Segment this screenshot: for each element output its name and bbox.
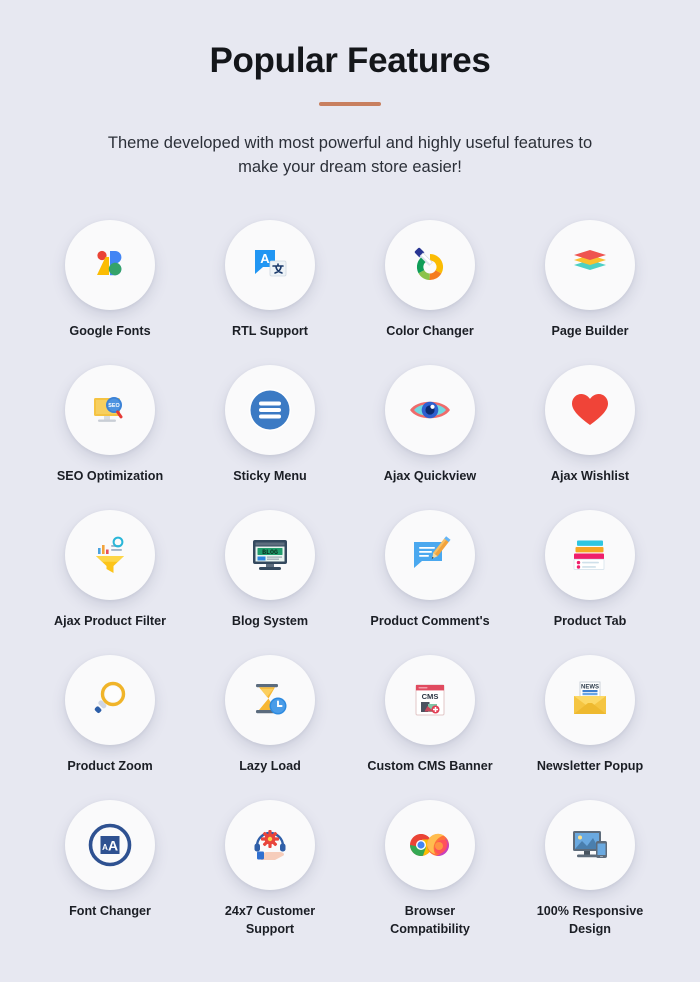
feature-icon-tile[interactable]: [545, 364, 635, 455]
feature-label: Product Tab: [553, 613, 627, 628]
feature-card[interactable]: Product Comment's: [350, 509, 510, 655]
responsive-devices-icon: [567, 822, 613, 868]
feature-label: Google Fonts: [69, 323, 151, 338]
feature-card[interactable]: SEO SEO Optimization: [30, 364, 190, 510]
eye-icon: [406, 386, 454, 434]
feature-label: Browser Compatibility: [390, 903, 470, 937]
feature-label: Product Comment's: [370, 613, 490, 628]
svg-text:A: A: [108, 837, 118, 853]
feature-card[interactable]: Product Tab: [510, 509, 670, 655]
feature-label: Product Zoom: [67, 758, 153, 773]
font-size-icon: A A: [86, 821, 134, 869]
feature-label: 100% Responsive Design: [536, 903, 644, 937]
svg-text:SEO: SEO: [108, 403, 119, 409]
feature-label: 24x7 Customer Support: [224, 903, 316, 937]
feature-card[interactable]: Google Fonts: [30, 219, 190, 365]
feature-icon-tile[interactable]: [385, 509, 475, 600]
feature-card[interactable]: Ajax Product Filter: [30, 509, 190, 655]
seo-monitor-icon: SEO: [87, 387, 133, 433]
feature-label: SEO Optimization: [56, 468, 164, 483]
blog-monitor-icon: BLOG: [247, 532, 293, 578]
svg-text:BLOG: BLOG: [262, 549, 278, 556]
feature-label: Page Builder: [551, 323, 629, 338]
feature-icon-tile[interactable]: [225, 654, 315, 745]
feature-icon-tile[interactable]: [225, 364, 315, 455]
feature-card[interactable]: 24x7 Customer Support: [190, 799, 350, 945]
title-divider: [319, 102, 381, 106]
feature-label: Sticky Menu: [233, 468, 307, 483]
browsers-icon: [406, 821, 454, 869]
feature-icon-tile[interactable]: [65, 654, 155, 745]
hamburger-menu-icon: [246, 386, 294, 434]
feature-card[interactable]: Sticky Menu: [190, 364, 350, 510]
feature-card[interactable]: BLOG Blog System: [190, 509, 350, 655]
feature-icon-tile[interactable]: [385, 219, 475, 310]
hourglass-clock-icon: [247, 677, 293, 723]
feature-label: Ajax Quickview: [383, 468, 477, 483]
feature-label: Ajax Wishlist: [550, 468, 630, 483]
feature-icon-tile[interactable]: [385, 799, 475, 890]
heart-icon: [569, 389, 611, 431]
feature-icon-tile[interactable]: [65, 509, 155, 600]
headset-support-icon: [247, 822, 293, 868]
google-fonts-icon: [88, 243, 132, 287]
feature-card[interactable]: 100% Responsive Design: [510, 799, 670, 945]
feature-icon-tile[interactable]: [65, 219, 155, 310]
feature-card[interactable]: Ajax Wishlist: [510, 364, 670, 510]
feature-icon-tile[interactable]: [545, 219, 635, 310]
feature-icon-tile[interactable]: CMS: [385, 654, 475, 745]
page-subtitle: Theme developed with most powerful and h…: [107, 134, 593, 176]
feature-card[interactable]: Product Zoom: [30, 654, 190, 800]
magnifier-icon: [87, 677, 133, 723]
comment-pencil-icon: [407, 532, 453, 578]
feature-label: Font Changer: [69, 903, 151, 918]
feature-icon-tile[interactable]: NEWS: [545, 654, 635, 745]
feature-card[interactable]: Browser Compatibility: [350, 799, 510, 945]
feature-label: Ajax Product Filter: [54, 613, 166, 628]
feature-label: Newsletter Popup: [536, 758, 644, 773]
feature-icon-tile[interactable]: BLOG: [225, 509, 315, 600]
page-title: Popular Features: [209, 41, 491, 80]
feature-card[interactable]: Ajax Quickview: [350, 364, 510, 510]
svg-text:A: A: [260, 251, 270, 266]
feature-label: RTL Support: [231, 323, 309, 338]
translate-icon: A: [248, 243, 292, 287]
feature-label: Color Changer: [386, 323, 474, 338]
features-grid: Google Fonts A RTL Support Color Changer…: [30, 219, 670, 945]
feature-icon-tile[interactable]: A: [225, 219, 315, 310]
feature-icon-tile[interactable]: [545, 799, 635, 890]
feature-card[interactable]: Color Changer: [350, 219, 510, 365]
feature-label: Custom CMS Banner: [367, 758, 493, 773]
color-picker-icon: [408, 243, 452, 287]
layers-icon: [568, 243, 612, 287]
feature-icon-tile[interactable]: [385, 364, 475, 455]
feature-card[interactable]: A RTL Support: [190, 219, 350, 365]
feature-label: Blog System: [231, 613, 309, 628]
feature-card[interactable]: NEWS Newsletter Popup: [510, 654, 670, 800]
newsletter-envelope-icon: NEWS: [567, 677, 613, 723]
feature-card[interactable]: Lazy Load: [190, 654, 350, 800]
feature-label: Lazy Load: [239, 758, 301, 773]
feature-icon-tile[interactable]: SEO: [65, 364, 155, 455]
feature-card[interactable]: A A Font Changer: [30, 799, 190, 945]
page-header: Popular Features Theme developed with mo…: [0, 0, 700, 180]
feature-icon-tile[interactable]: A A: [65, 799, 155, 890]
funnel-filter-icon: [87, 532, 133, 578]
features-page: Popular Features Theme developed with mo…: [0, 0, 700, 982]
cms-banner-icon: CMS: [408, 678, 452, 722]
svg-text:NEWS: NEWS: [581, 684, 599, 690]
svg-text:CMS: CMS: [422, 692, 439, 701]
feature-icon-tile[interactable]: [545, 509, 635, 600]
feature-card[interactable]: Page Builder: [510, 219, 670, 365]
feature-icon-tile[interactable]: [225, 799, 315, 890]
tabs-icon: [567, 532, 613, 578]
feature-card[interactable]: CMS Custom CMS Banner: [350, 654, 510, 800]
